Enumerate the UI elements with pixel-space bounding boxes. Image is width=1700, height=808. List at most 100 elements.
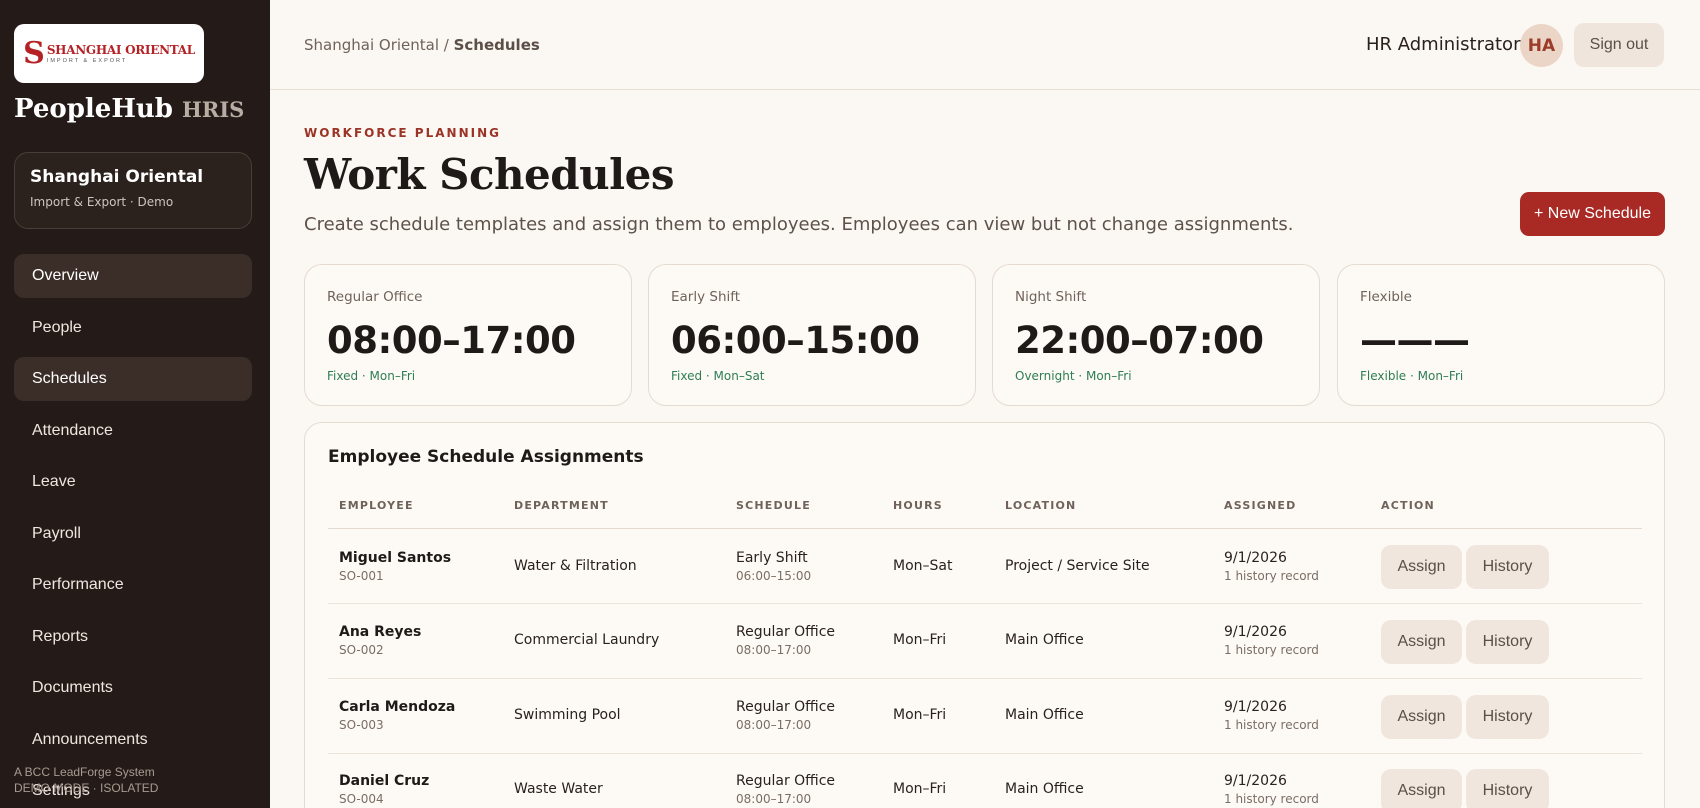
- employee-cell: Miguel Santos SO-001: [339, 550, 451, 583]
- column-header: ACTION: [1381, 499, 1435, 512]
- employee-id: SO-002: [339, 643, 384, 657]
- schedule-time: 08:00–17:00: [736, 718, 812, 732]
- logo-mark: S SHANGHAI ORIENTAL IMPORT & EXPORT: [23, 35, 195, 71]
- company-logo[interactable]: S SHANGHAI ORIENTAL IMPORT & EXPORT: [14, 24, 204, 83]
- schedule-cell: Regular Office 08:00–17:00: [736, 773, 835, 806]
- sidebar-item-people[interactable]: People: [14, 306, 252, 350]
- sidebar-item-documents[interactable]: Documents: [14, 666, 252, 710]
- template-label: Flexible: [1360, 289, 1412, 305]
- org-switcher[interactable]: Shanghai Oriental Import & Export · Demo: [14, 152, 252, 229]
- history-button[interactable]: History: [1466, 695, 1549, 739]
- table-row: Ana Reyes SO-002 Commercial Laundry Regu…: [328, 604, 1642, 679]
- employee-cell: Ana Reyes SO-002: [339, 624, 421, 657]
- logo-sub-text: IMPORT & EXPORT: [46, 58, 128, 64]
- employee-id: SO-004: [339, 792, 384, 806]
- assigned-cell: 9/1/2026 1 history record: [1224, 773, 1319, 806]
- org-name: Shanghai Oriental: [30, 167, 204, 187]
- sidebar: S SHANGHAI ORIENTAL IMPORT & EXPORT Peop…: [0, 0, 270, 808]
- app-brand: PeopleHub HRIS: [14, 94, 244, 124]
- history-count: 1 history record: [1224, 792, 1319, 806]
- sidebar-item-reports[interactable]: Reports: [14, 615, 252, 659]
- logo-text: SHANGHAI ORIENTAL IMPORT & EXPORT: [47, 43, 195, 64]
- sidebar-footer: A BCC LeadForge System DEMO MODE · ISOLA…: [14, 764, 158, 796]
- history-button[interactable]: History: [1466, 769, 1549, 808]
- avatar[interactable]: HA: [1520, 24, 1563, 67]
- assign-button[interactable]: Assign: [1381, 545, 1462, 589]
- history-count: 1 history record: [1224, 569, 1319, 583]
- hours-cell: Mon–Fri: [893, 632, 947, 648]
- table-row: Carla Mendoza SO-003 Swimming Pool Regul…: [328, 679, 1642, 754]
- template-meta: Overnight · Mon–Fri: [1015, 369, 1132, 383]
- schedule-name: Regular Office: [736, 699, 836, 715]
- sidebar-item-performance[interactable]: Performance: [14, 563, 252, 607]
- new-schedule-button[interactable]: + New Schedule: [1520, 192, 1665, 236]
- sidebar-item-leave[interactable]: Leave: [14, 460, 252, 504]
- sidebar-item-label: People: [32, 318, 82, 336]
- logo-s-icon: S: [23, 35, 45, 71]
- assigned-date: 9/1/2026: [1224, 699, 1287, 715]
- template-time: 22:00–07:00: [1015, 319, 1264, 362]
- column-header: ASSIGNED: [1224, 499, 1297, 512]
- sidebar-item-announcements[interactable]: Announcements: [14, 718, 252, 762]
- assign-button[interactable]: Assign: [1381, 620, 1462, 664]
- template-meta: Fixed · Mon–Sat: [671, 369, 765, 383]
- sidebar-item-label: Leave: [32, 473, 76, 490]
- schedule-template-card[interactable]: Flexible ——— Flexible · Mon–Fri: [1337, 264, 1665, 406]
- breadcrumb-root[interactable]: Shanghai Oriental: [304, 36, 439, 54]
- location-cell: Main Office: [1005, 781, 1084, 797]
- page-eyebrow: WORKFORCE PLANNING: [304, 126, 501, 140]
- sidebar-item-payroll[interactable]: Payroll: [14, 512, 252, 556]
- assign-button[interactable]: Assign: [1381, 695, 1462, 739]
- employee-name[interactable]: Ana Reyes: [339, 624, 421, 640]
- breadcrumb: Shanghai Oriental / Schedules: [304, 36, 540, 54]
- schedule-template-card[interactable]: Regular Office 08:00–17:00 Fixed · Mon–F…: [304, 264, 632, 406]
- employee-name[interactable]: Miguel Santos: [339, 550, 451, 566]
- schedule-template-card[interactable]: Early Shift 06:00–15:00 Fixed · Mon–Sat: [648, 264, 976, 406]
- schedule-name: Early Shift: [736, 550, 808, 566]
- template-label: Night Shift: [1015, 289, 1087, 305]
- sidebar-item-attendance[interactable]: Attendance: [14, 409, 252, 453]
- sidebar-item-overview[interactable]: Overview: [14, 254, 252, 298]
- assigned-date: 9/1/2026: [1224, 550, 1287, 566]
- sidebar-item-label: Documents: [32, 679, 113, 696]
- brand-name: PeopleHub: [14, 94, 173, 124]
- template-label: Early Shift: [671, 289, 741, 305]
- employee-id: SO-003: [339, 718, 384, 732]
- department-cell: Swimming Pool: [514, 707, 621, 723]
- sidebar-item-label: Reports: [32, 627, 89, 645]
- schedule-cell: Early Shift 06:00–15:00: [736, 550, 811, 583]
- schedule-time: 08:00–17:00: [736, 643, 812, 657]
- sidebar-item-schedules[interactable]: Schedules: [14, 357, 252, 401]
- page-title: Work Schedules: [304, 150, 675, 199]
- column-header: LOCATION: [1005, 499, 1077, 512]
- breadcrumb-separator: /: [439, 36, 454, 54]
- assigned-date: 9/1/2026: [1224, 773, 1287, 789]
- sidebar-item-label: Performance: [32, 576, 124, 593]
- schedule-template-card[interactable]: Night Shift 22:00–07:00 Overnight · Mon–…: [992, 264, 1320, 406]
- table-row: Miguel Santos SO-001 Water & Filtration …: [328, 529, 1642, 604]
- history-button[interactable]: History: [1466, 545, 1549, 589]
- employee-cell: Carla Mendoza SO-003: [339, 699, 455, 732]
- employee-name[interactable]: Carla Mendoza: [339, 699, 455, 715]
- employee-name[interactable]: Daniel Cruz: [339, 773, 429, 789]
- sign-out-button[interactable]: Sign out: [1574, 23, 1664, 67]
- schedule-name: Regular Office: [736, 773, 836, 789]
- assign-button[interactable]: Assign: [1381, 769, 1462, 808]
- footer-line-1: A BCC LeadForge System: [14, 765, 155, 779]
- assignments-title: Employee Schedule Assignments: [328, 447, 644, 467]
- template-meta: Flexible · Mon–Fri: [1360, 369, 1464, 383]
- assigned-cell: 9/1/2026 1 history record: [1224, 550, 1319, 583]
- location-cell: Main Office: [1005, 632, 1084, 648]
- schedule-name: Regular Office: [736, 624, 836, 640]
- location-cell: Main Office: [1005, 707, 1084, 723]
- breadcrumb-current: Schedules: [453, 36, 540, 54]
- schedule-cell: Regular Office 08:00–17:00: [736, 624, 835, 657]
- assignments-panel: Employee Schedule Assignments EMPLOYEE D…: [304, 422, 1665, 808]
- column-header: SCHEDULE: [736, 499, 811, 512]
- schedule-time: 08:00–17:00: [736, 792, 812, 806]
- template-time: ———: [1360, 319, 1470, 362]
- template-time: 08:00–17:00: [327, 319, 576, 362]
- schedule-cell: Regular Office 08:00–17:00: [736, 699, 835, 732]
- history-button[interactable]: History: [1466, 620, 1549, 664]
- template-meta: Fixed · Mon–Fri: [327, 369, 416, 383]
